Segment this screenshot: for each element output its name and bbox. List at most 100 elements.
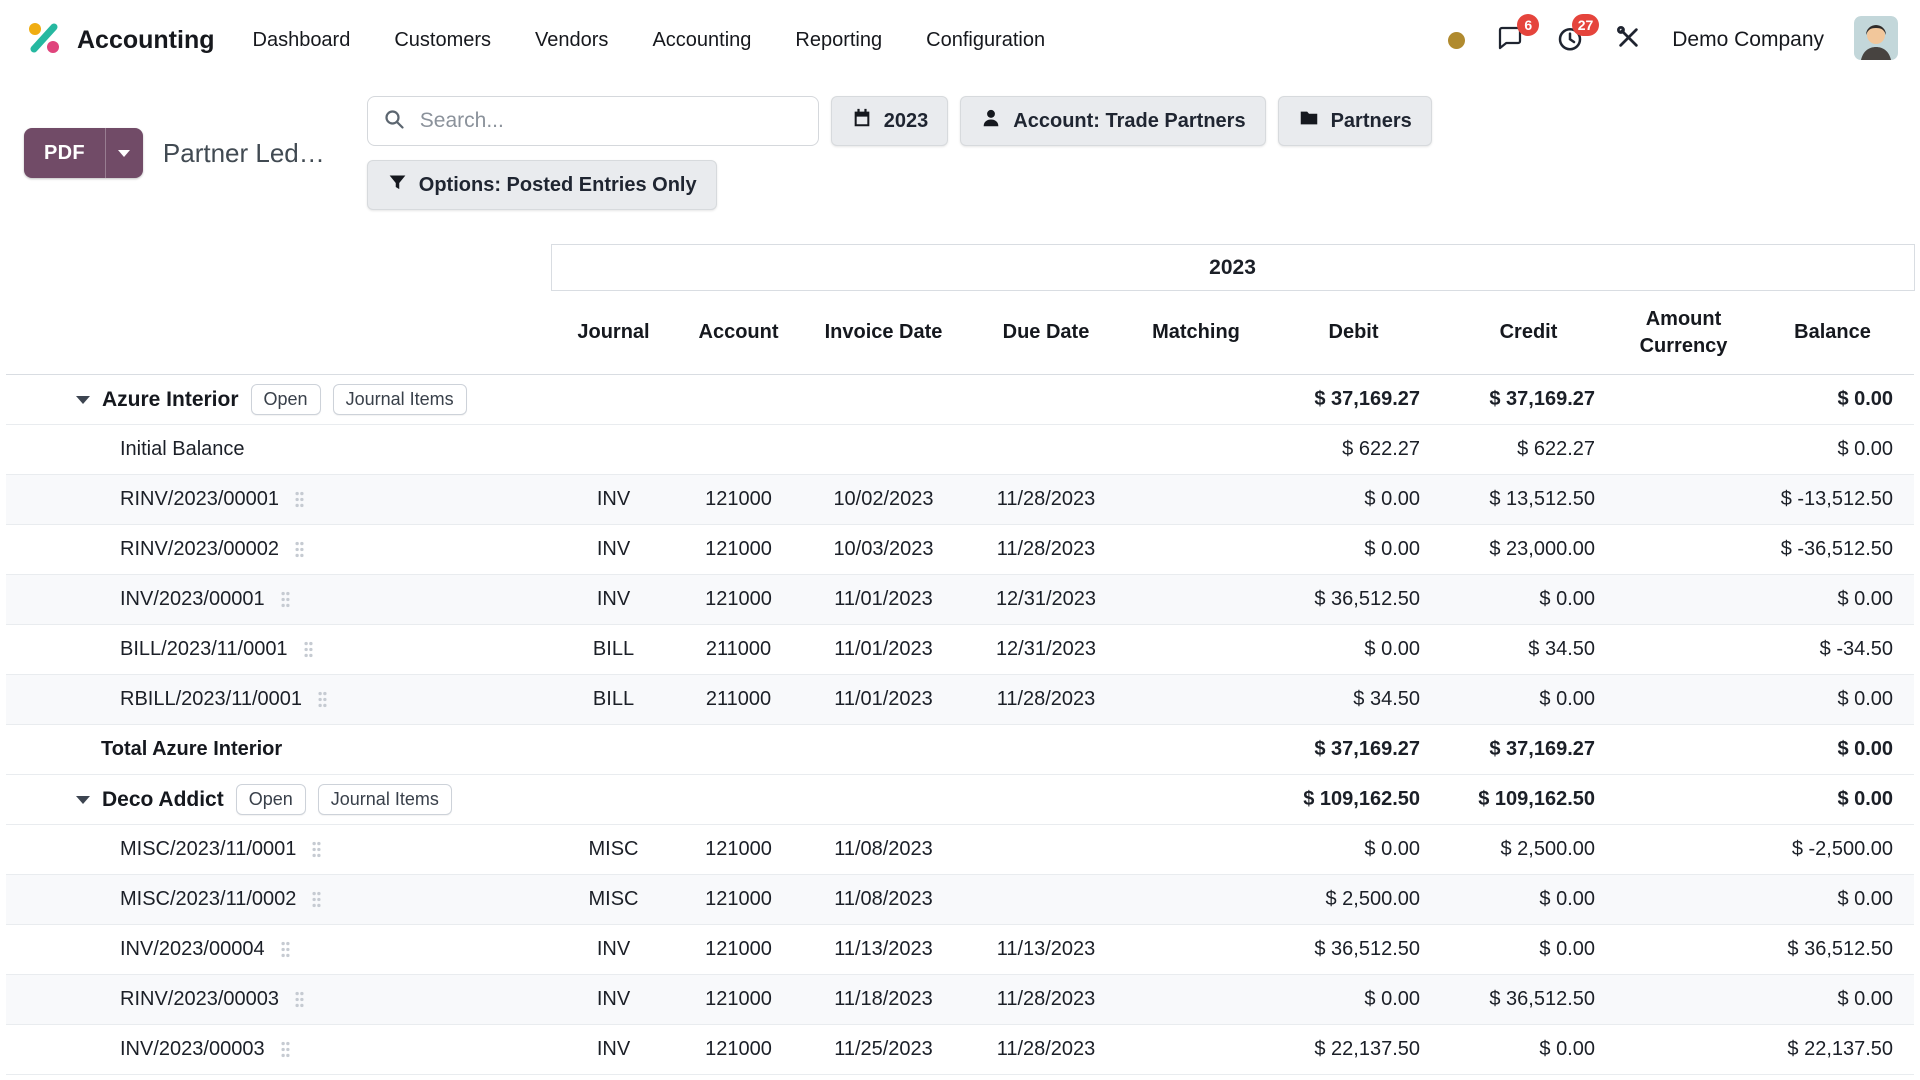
messages-tray[interactable]: 6: [1495, 23, 1525, 58]
amount-currency-cell: [1616, 925, 1751, 975]
status-dot-icon[interactable]: [1448, 32, 1465, 49]
invoice-date-cell: [801, 725, 966, 775]
messages-count-badge: 6: [1517, 14, 1539, 36]
menu-reporting[interactable]: Reporting: [795, 29, 882, 52]
filter-options[interactable]: Options: Posted Entries Only: [367, 160, 717, 210]
ledger-line-row[interactable]: INV/2023/00003INV12100011/25/202311/28/2…: [6, 1025, 1914, 1075]
amount-currency-cell: [1616, 375, 1751, 425]
filter-account[interactable]: Account: Trade Partners: [960, 96, 1265, 146]
balance-cell: $ 0.00: [1751, 725, 1914, 775]
matching-cell: [1126, 675, 1266, 725]
debit-cell: $ 34.50: [1266, 675, 1441, 725]
partner-group-row[interactable]: Deco Addict Open Journal Items $ 109,162.50…: [6, 775, 1914, 825]
move-name[interactable]: MISC/2023/11/0002: [120, 888, 296, 911]
menu-customers[interactable]: Customers: [394, 29, 491, 52]
line-actions-icon[interactable]: [316, 690, 329, 709]
filter-year[interactable]: 2023: [831, 96, 949, 146]
menu-dashboard[interactable]: Dashboard: [253, 29, 351, 52]
app-brand[interactable]: Accounting: [24, 18, 215, 63]
move-name[interactable]: INV/2023/00001: [120, 588, 265, 611]
account-cell: [676, 725, 801, 775]
debit-cell: $ 37,169.27: [1266, 375, 1441, 425]
line-actions-icon[interactable]: [279, 940, 292, 959]
menu-configuration[interactable]: Configuration: [926, 29, 1045, 52]
ledger-line-row[interactable]: MISC/2023/11/0001MISC12100011/08/2023$ 0…: [6, 825, 1914, 875]
unfold-caret-icon[interactable]: [76, 396, 90, 404]
ledger-line-row[interactable]: BILL/2023/11/0001BILL21100011/01/202312/…: [6, 625, 1914, 675]
ledger-line-row[interactable]: RINV/2023/00003INV12100011/18/202311/28/…: [6, 975, 1914, 1025]
matching-cell: [1126, 825, 1266, 875]
move-name[interactable]: Initial Balance: [120, 438, 245, 461]
debit-cell: $ 0.00: [1266, 625, 1441, 675]
open-badge[interactable]: Open: [236, 784, 306, 815]
line-actions-icon[interactable]: [279, 1040, 292, 1059]
due-date-cell: [966, 375, 1126, 425]
search-input[interactable]: [418, 108, 804, 134]
ledger-line-row[interactable]: RBILL/2023/11/0001BILL21100011/01/202311…: [6, 675, 1914, 725]
move-name[interactable]: BILL/2023/11/0001: [120, 638, 288, 661]
balance-cell: $ 0.00: [1751, 425, 1914, 475]
line-actions-icon[interactable]: [310, 890, 323, 909]
tools-tray[interactable]: [1615, 24, 1642, 56]
name-cell: Total Azure Interior: [6, 725, 551, 775]
matching-cell: [1126, 375, 1266, 425]
line-actions-icon[interactable]: [302, 640, 315, 659]
pdf-dropdown-toggle[interactable]: [105, 128, 143, 178]
filter-partners[interactable]: Partners: [1278, 96, 1432, 146]
line-actions-icon[interactable]: [293, 490, 306, 509]
debit-cell: $ 0.00: [1266, 825, 1441, 875]
open-badge[interactable]: Open: [251, 384, 321, 415]
partner-group-row[interactable]: Azure Interior Open Journal Items $ 37,169.…: [6, 375, 1914, 425]
credit-cell: $ 2,500.00: [1441, 825, 1616, 875]
line-actions-icon[interactable]: [310, 840, 323, 859]
amount-currency-cell: [1616, 725, 1751, 775]
journal-cell: INV: [551, 525, 676, 575]
menu-accounting[interactable]: Accounting: [652, 29, 751, 52]
company-switcher[interactable]: Demo Company: [1672, 28, 1824, 52]
balance-cell: $ 0.00: [1751, 975, 1914, 1025]
invoice-date-cell: 11/08/2023: [801, 825, 966, 875]
move-name[interactable]: RBILL/2023/11/0001: [120, 688, 302, 711]
balance-cell: $ -34.50: [1751, 625, 1914, 675]
matching-cell: [1126, 525, 1266, 575]
account-cell: 121000: [676, 925, 801, 975]
ledger-line-row[interactable]: RINV/2023/00001INV12100010/02/202311/28/…: [6, 475, 1914, 525]
line-actions-icon[interactable]: [279, 590, 292, 609]
debit-cell: $ 109,162.50: [1266, 775, 1441, 825]
column-header-invoice-date: Invoice Date: [801, 291, 966, 375]
move-name[interactable]: RINV/2023/00001: [120, 488, 279, 511]
amount-currency-cell: [1616, 625, 1751, 675]
ledger-line-row[interactable]: RINV/2023/00002INV12100010/03/202311/28/…: [6, 525, 1914, 575]
journal-items-badge[interactable]: Journal Items: [318, 784, 452, 815]
partner-name[interactable]: Azure Interior: [102, 388, 239, 412]
move-name[interactable]: RINV/2023/00002: [120, 538, 279, 561]
partner-name[interactable]: Deco Addict: [102, 788, 224, 812]
menu-vendors[interactable]: Vendors: [535, 29, 608, 52]
credit-cell: $ 0.00: [1441, 875, 1616, 925]
ledger-line-row[interactable]: MISC/2023/11/0002MISC12100011/08/2023$ 2…: [6, 875, 1914, 925]
move-name[interactable]: MISC/2023/11/0001: [120, 838, 296, 861]
accounting-app-icon: [24, 18, 64, 63]
user-avatar[interactable]: [1854, 16, 1898, 65]
matching-cell: [1126, 975, 1266, 1025]
activities-tray[interactable]: 27: [1555, 23, 1585, 58]
name-cell: INV/2023/00003: [6, 1025, 551, 1075]
balance-cell: $ -13,512.50: [1751, 475, 1914, 525]
line-actions-icon[interactable]: [293, 990, 306, 1009]
unfold-caret-icon[interactable]: [76, 796, 90, 804]
ledger-line-row[interactable]: INV/2023/00004INV12100011/13/202311/13/2…: [6, 925, 1914, 975]
move-name[interactable]: RINV/2023/00003: [120, 988, 279, 1011]
account-cell: 121000: [676, 475, 801, 525]
journal-items-badge[interactable]: Journal Items: [333, 384, 467, 415]
column-header-credit: Credit: [1441, 291, 1616, 375]
pdf-button[interactable]: PDF: [24, 128, 105, 178]
ledger-line-row[interactable]: INV/2023/00001INV12100011/01/202312/31/2…: [6, 575, 1914, 625]
partner-total-row[interactable]: Total Azure Interior$ 37,169.27$ 37,169.…: [6, 725, 1914, 775]
amount-currency-cell: [1616, 825, 1751, 875]
line-actions-icon[interactable]: [293, 540, 306, 559]
name-cell: INV/2023/00004: [6, 925, 551, 975]
move-name[interactable]: INV/2023/00003: [120, 1038, 265, 1061]
move-name[interactable]: INV/2023/00004: [120, 938, 265, 961]
ledger-line-row[interactable]: Initial Balance$ 622.27$ 622.27$ 0.00: [6, 425, 1914, 475]
column-header-empty: [6, 291, 551, 375]
